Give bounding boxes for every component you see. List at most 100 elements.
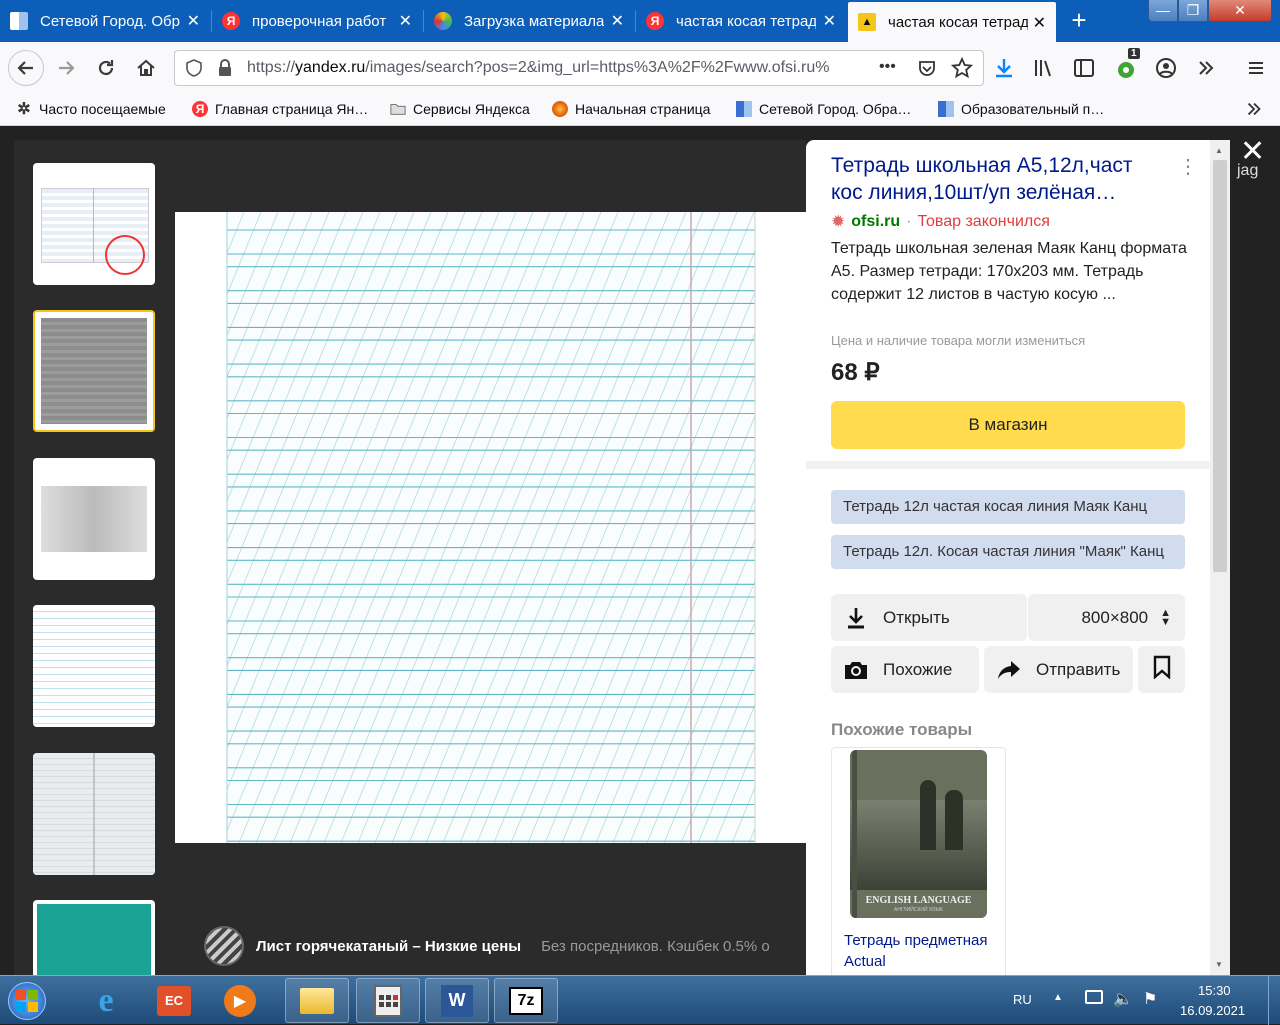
tab-proverochnaya[interactable]: Я проверочная работ ✕	[212, 0, 422, 42]
ec-app-icon: EC	[157, 985, 191, 1016]
thumbnail-5[interactable]	[33, 753, 155, 875]
taskbar-7zip[interactable]: 7z	[494, 978, 558, 1023]
navigation-toolbar: https://yandex.ru/images/search?pos=2&im…	[0, 42, 1280, 94]
similar-product-card[interactable]: ENGLISH LANGUAGE АНГЛИЙСКИЙ ЯЗЫК Тетрадь…	[831, 747, 1006, 975]
action-center-flag-icon[interactable]: ⚑	[1143, 989, 1157, 1009]
gear-icon: ✲	[17, 101, 31, 118]
volume-icon[interactable]: 🔈	[1113, 989, 1133, 1009]
similar-goods-heading: Похожие товары	[831, 720, 973, 739]
back-button[interactable]	[8, 50, 44, 86]
related-query-tag-1[interactable]: Тетрадь 12л частая косая линия Маяк Канц	[831, 490, 1185, 524]
media-player-icon: ▶	[224, 984, 256, 1017]
bookmark-setevoy-gorod[interactable]: Сетевой Город. Обра…	[736, 101, 911, 117]
clock-time[interactable]: 15:30	[1198, 983, 1231, 998]
library-icon[interactable]	[1030, 54, 1058, 82]
image-size-value: 800×800	[1081, 607, 1149, 627]
open-image-button[interactable]: Открыть	[831, 594, 1027, 641]
maximize-button[interactable]: ❐	[1178, 0, 1208, 22]
thumbnail-1[interactable]	[33, 163, 155, 285]
overflow-chevrons-icon[interactable]	[1192, 54, 1220, 82]
bookmark-start-page[interactable]: Начальная страница	[552, 101, 710, 117]
product-title-link[interactable]: Тетрадь школьная А5,12л,част кос линия,1…	[831, 152, 1161, 206]
taskbar-calculator[interactable]	[356, 978, 420, 1023]
minimize-button[interactable]: —	[1148, 0, 1178, 22]
pocket-icon[interactable]	[917, 58, 937, 81]
thumbnail-2-selected[interactable]	[33, 310, 155, 432]
forward-button[interactable]	[52, 54, 80, 82]
price-disclaimer: Цена и наличие товара могли измениться	[831, 333, 1086, 348]
network-icon[interactable]	[1085, 990, 1103, 1004]
extension-icon[interactable]: 1	[1112, 48, 1140, 82]
main-image[interactable]	[175, 212, 806, 843]
sidebar-icon[interactable]	[1070, 54, 1098, 82]
tab-chastaya-kosaya-active[interactable]: ▲ частая косая тетрад ✕	[848, 2, 1056, 42]
save-bookmark-button[interactable]	[1138, 646, 1185, 693]
reload-button[interactable]	[92, 54, 120, 82]
ad-banner[interactable]: Лист горячекатаный – Низкие цены Без пос…	[204, 926, 770, 966]
bookmark-yandex-services[interactable]: Сервисы Яндекса	[390, 101, 530, 117]
home-button[interactable]	[132, 54, 160, 82]
tab-title: Сетевой Город. Обр	[40, 12, 180, 30]
account-icon[interactable]	[1152, 54, 1180, 82]
similar-product-caption[interactable]: Тетрадь предметная Actual	[844, 930, 994, 972]
windows-taskbar: e EC ▶ W 7z RU ▲ 🔈 ⚑ 15:30 16.09.2021	[0, 975, 1280, 1025]
thumbnail-4[interactable]	[33, 605, 155, 727]
thumbnail-3[interactable]	[33, 458, 155, 580]
bookmarks-toolbar: ✲ Часто посещаемые Я Главная страница Ян…	[0, 94, 1280, 126]
page-actions-menu-icon[interactable]: •••	[879, 58, 896, 76]
tab-close-icon[interactable]: ✕	[187, 11, 200, 31]
bookmark-star-icon[interactable]	[950, 56, 974, 82]
scroll-down-arrow-icon[interactable]: ▼	[1215, 960, 1223, 969]
scrollbar-thumb[interactable]	[1213, 160, 1227, 572]
bookmark-label: Сетевой Город. Обра…	[759, 101, 912, 117]
source-domain-link[interactable]: ofsi.ru	[851, 213, 900, 231]
thumbnail-6[interactable]	[33, 900, 155, 975]
bookmark-label: Образовательный п…	[961, 101, 1105, 117]
colorful-favicon	[434, 12, 452, 30]
bookmark-label: Начальная страница	[575, 101, 711, 117]
bookmark-educational[interactable]: Образовательный п…	[938, 101, 1104, 117]
panel-scrollbar[interactable]: ▲ ▼	[1210, 140, 1230, 975]
tab-setevoy-gorod[interactable]: Сетевой Город. Обр ✕	[0, 0, 210, 42]
more-options-icon[interactable]: ⋮	[1178, 154, 1198, 179]
yandex-icon: Я	[192, 101, 208, 117]
share-arrow-icon	[996, 657, 1022, 683]
bookmark-most-visited[interactable]: ✲ Часто посещаемые	[16, 101, 165, 118]
downloads-icon[interactable]	[990, 54, 1018, 82]
windows-logo-icon	[8, 981, 46, 1020]
tab-close-icon[interactable]: ✕	[399, 11, 412, 31]
tab-close-icon[interactable]: ✕	[1033, 13, 1046, 33]
section-divider	[806, 461, 1210, 469]
lock-icon[interactable]	[217, 59, 233, 80]
show-hidden-icons-icon[interactable]: ▲	[1053, 992, 1063, 1003]
language-indicator[interactable]: RU	[1013, 992, 1032, 1007]
image-size-select[interactable]: 800×800 ▲ ▼	[1028, 594, 1185, 641]
bookmarks-overflow-icon[interactable]	[1244, 99, 1264, 119]
taskbar-media-player[interactable]: ▶	[210, 978, 270, 1023]
address-bar[interactable]: https://yandex.ru/images/search?pos=2&im…	[174, 50, 984, 86]
taskbar-explorer[interactable]	[285, 978, 349, 1023]
new-tab-button[interactable]: +	[1064, 6, 1094, 36]
internet-explorer-icon: e	[98, 981, 114, 1019]
similar-images-button[interactable]: Похожие	[831, 646, 979, 693]
go-to-store-button[interactable]: В магазин	[831, 401, 1185, 449]
taskbar-ie[interactable]: e	[76, 978, 136, 1023]
scroll-up-arrow-icon[interactable]: ▲	[1215, 146, 1223, 155]
show-desktop-button[interactable]	[1268, 976, 1280, 1025]
start-button[interactable]	[0, 978, 54, 1023]
separator-dot: ·	[906, 213, 912, 230]
taskbar-word[interactable]: W	[425, 978, 489, 1023]
bookmark-yandex-home[interactable]: Я Главная страница Ян…	[192, 101, 368, 117]
taskbar-app-ec[interactable]: EC	[144, 978, 204, 1023]
tab-zagruzka[interactable]: Загрузка материала ✕	[424, 0, 634, 42]
share-button[interactable]: Отправить	[984, 646, 1133, 693]
close-window-button[interactable]: ✕	[1208, 0, 1272, 22]
clock-date[interactable]: 16.09.2021	[1180, 1003, 1245, 1018]
hamburger-menu-icon[interactable]	[1242, 54, 1270, 82]
shield-icon[interactable]	[185, 59, 203, 80]
related-query-tag-2[interactable]: Тетрадь 12л. Косая частая линия "Маяк" К…	[831, 535, 1185, 569]
tab-close-icon[interactable]: ✕	[611, 11, 624, 31]
ad-title: Лист горячекатаный – Низкие цены	[256, 937, 522, 955]
tab-chastaya-kosaya-1[interactable]: Я частая косая тетрад ✕	[636, 0, 846, 42]
tab-close-icon[interactable]: ✕	[823, 11, 836, 31]
